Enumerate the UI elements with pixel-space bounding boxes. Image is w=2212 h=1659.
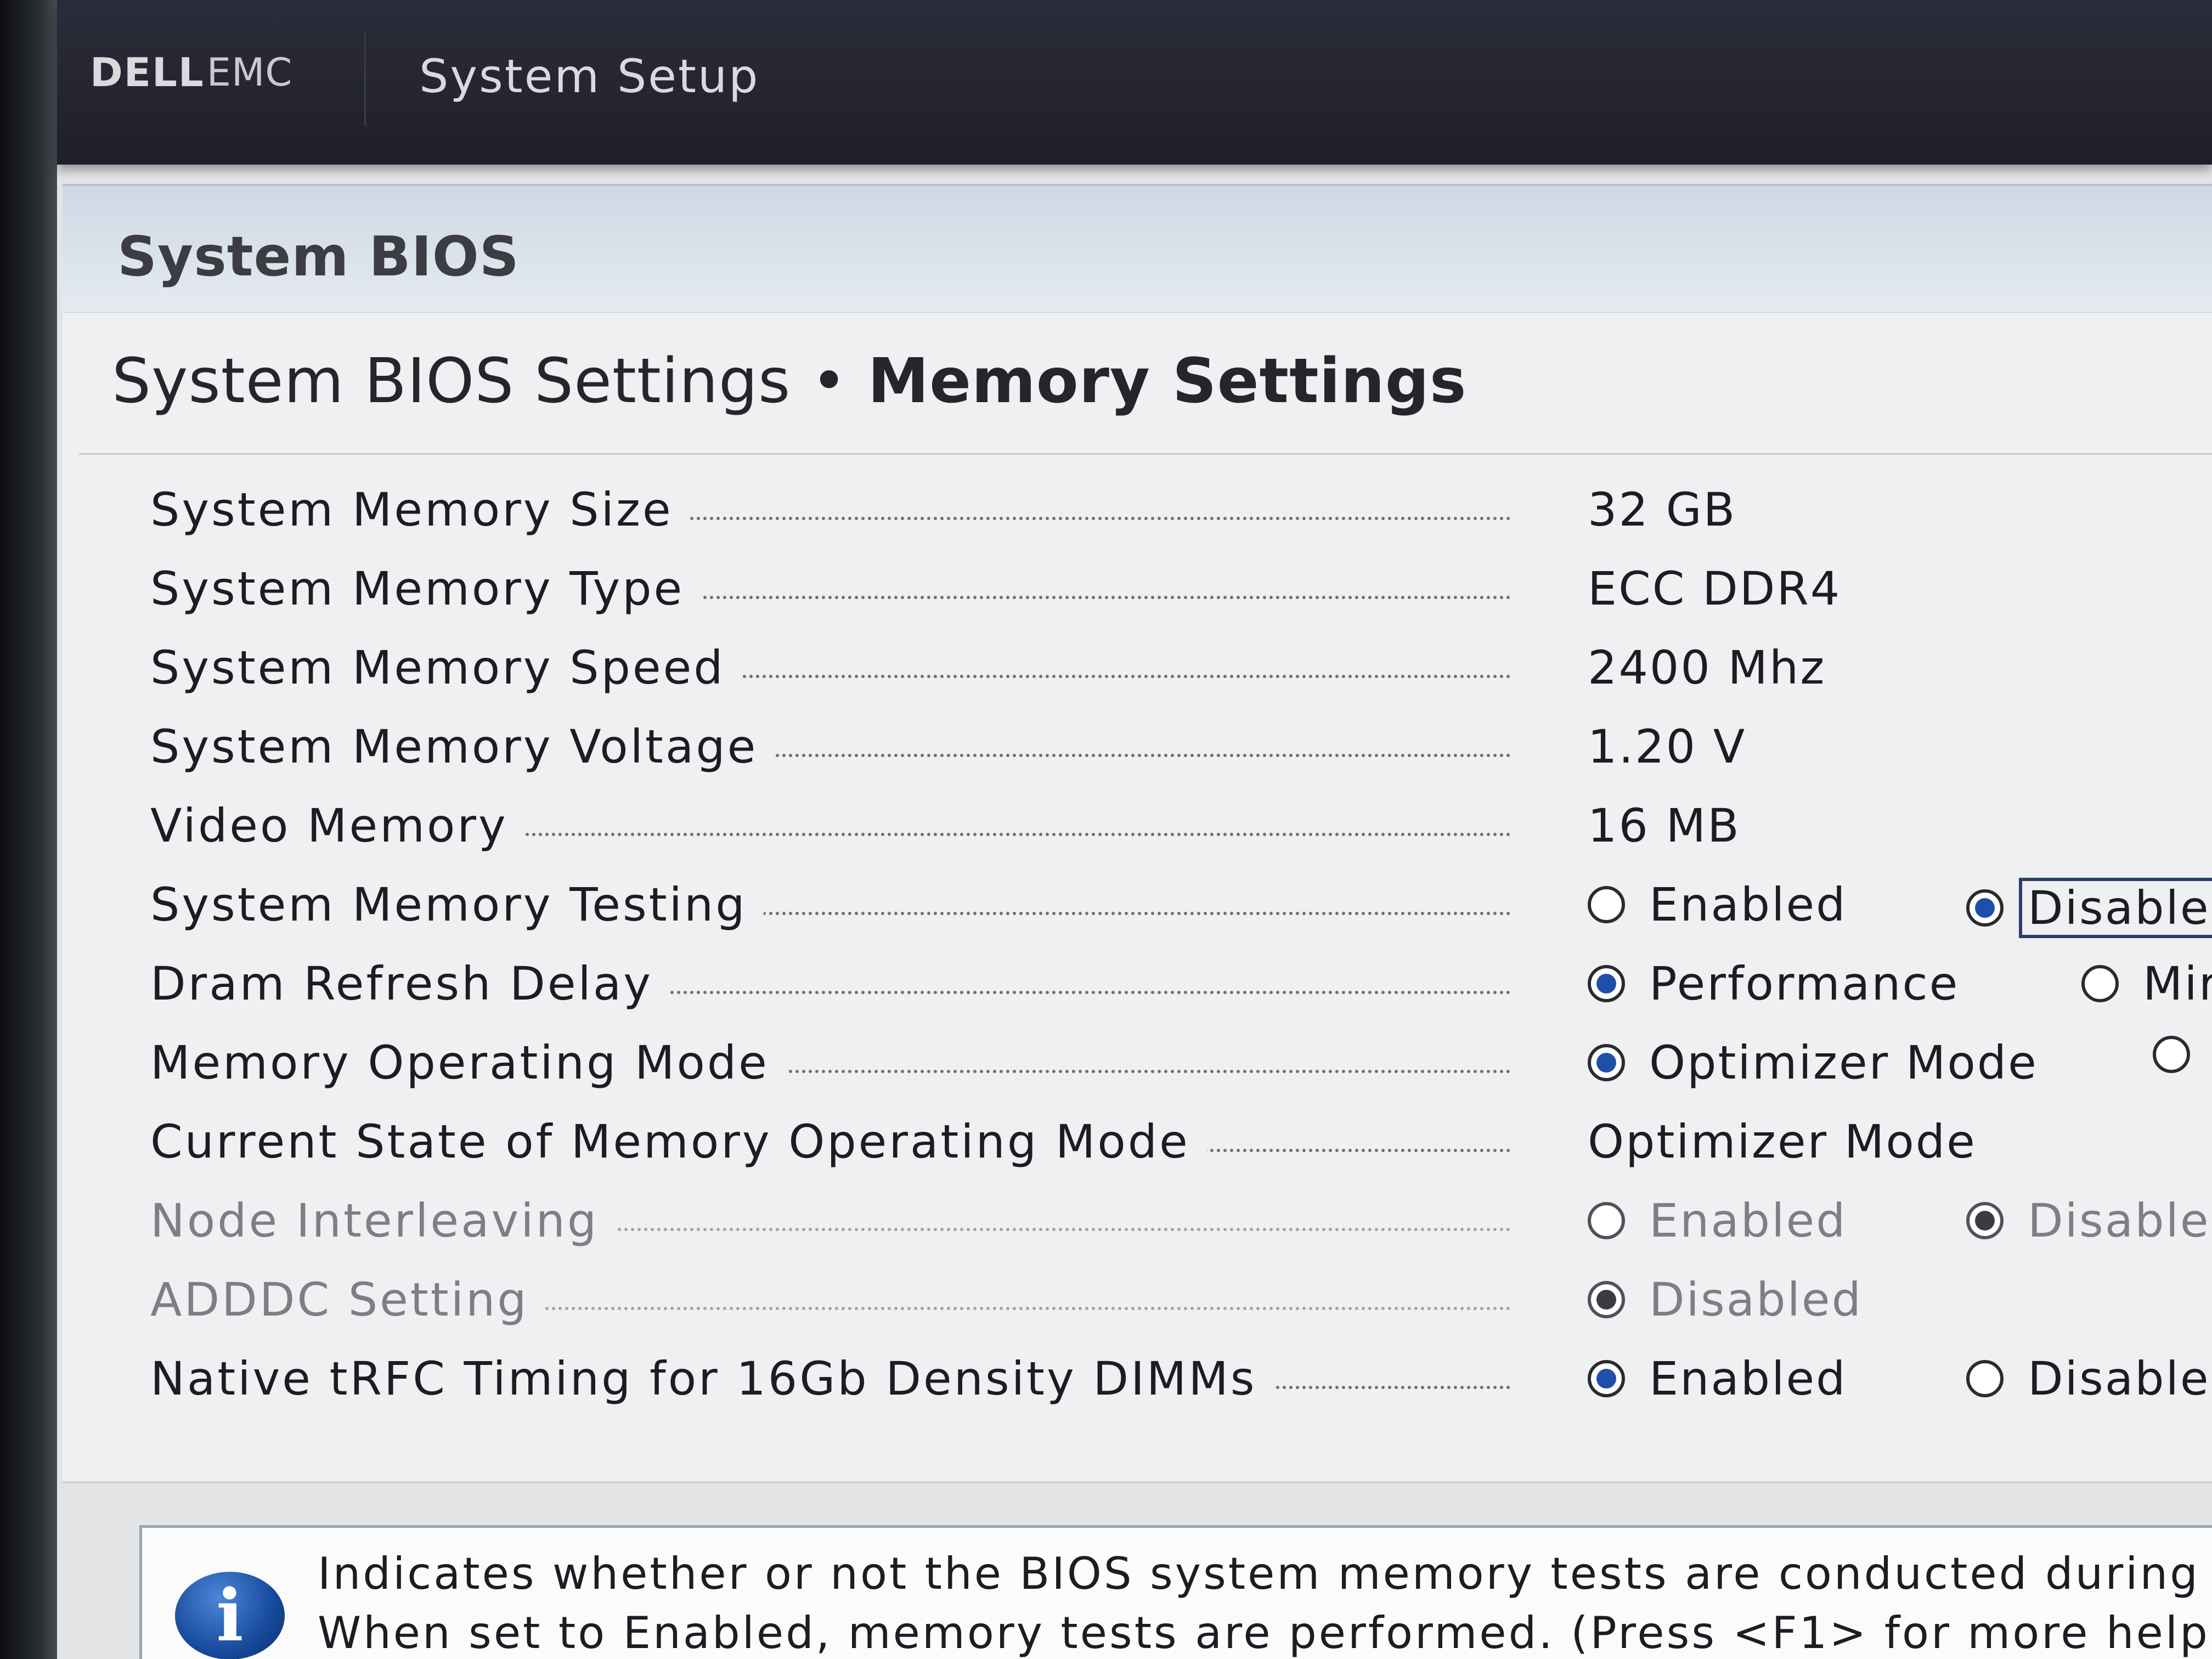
radio-selected-icon (1966, 1202, 2004, 1239)
breadcrumb-separator: • (810, 346, 848, 417)
breadcrumb-current: Memory Settings (867, 346, 1467, 417)
setting-label: System Memory Voltage (150, 720, 775, 774)
help-panel: i Indicates whether or not the BIOS syst… (139, 1525, 2212, 1659)
radio-unselected-icon[interactable] (2153, 1036, 2190, 1073)
setting-row-system-memory-size: System Memory Size 32 GB (150, 477, 2212, 543)
setting-label: Dram Refresh Delay (150, 957, 670, 1011)
option-label: Enabled (1649, 878, 1847, 932)
radio-selected-icon (1588, 1281, 1625, 1318)
page-subtitle: System BIOS Settings • Memory Settings (112, 346, 1467, 417)
setting-value: 16 MB (1588, 799, 1741, 853)
setting-row-system-memory-speed: System Memory Speed 2400 Mhz (150, 635, 2212, 701)
setting-row-dram-refresh-delay: Dram Refresh Delay Performance Mir (150, 951, 2212, 1017)
settings-content: System BIOS Settings • Memory Settings S… (63, 313, 2212, 1483)
setting-row-video-memory: Video Memory 16 MB (150, 793, 2212, 859)
setting-label: Current State of Memory Operating Mode (150, 1115, 1206, 1169)
option-label: Performance (1649, 957, 1960, 1011)
radio-selected-icon[interactable] (1588, 1044, 1625, 1081)
setting-value: Optimizer Mode (1588, 1115, 1977, 1169)
setting-value: 32 GB (1588, 483, 1737, 537)
option-label: Optimizer Mode (1649, 1036, 2038, 1090)
top-bar: DELL EMC System Setup (57, 0, 2212, 165)
setting-label: Native tRFC Timing for 16Gb Density DIMM… (150, 1352, 1273, 1406)
dell-emc-logo: DELL EMC (90, 49, 293, 95)
logo-dell-text: DELL (90, 49, 205, 95)
radio-option-enabled: Enabled (1588, 1194, 1847, 1248)
option-label: Disabled (2028, 1352, 2212, 1406)
setting-label: Node Interleaving (150, 1194, 616, 1248)
option-label: Enabled (1649, 1352, 1847, 1406)
radio-selected-icon[interactable] (1966, 889, 2004, 927)
setting-label: Memory Operating Mode (150, 1036, 786, 1090)
panel-title: System BIOS (117, 224, 520, 289)
monitor-bezel (0, 0, 57, 1659)
radio-unselected-icon[interactable] (1588, 886, 1625, 923)
radio-option-disabled[interactable]: Disabled (1966, 1352, 2212, 1406)
setting-label: System Memory Speed (150, 641, 742, 695)
radio-option-optimizer-mode[interactable]: Optimizer Mode (1588, 1036, 2038, 1090)
setting-row-node-interleaving: Node Interleaving Enabled Disabled (150, 1188, 2212, 1254)
setting-label: System Memory Type (150, 562, 701, 616)
radio-option-disabled: Disabled (1588, 1273, 1863, 1327)
panel-header: System BIOS (63, 184, 2212, 314)
bios-screen: DELL EMC System Setup System BIOS System… (57, 0, 2212, 1659)
help-text-line-2: When set to Enabled, memory tests are pe… (318, 1607, 2212, 1658)
setting-row-adddc-setting: ADDDC Setting Disabled (150, 1267, 2212, 1333)
radio-option-disabled[interactable]: Disabled (1966, 878, 2212, 938)
help-text-line-1: Indicates whether or not the BIOS system… (318, 1548, 2212, 1599)
radio-option-other-mode[interactable] (2153, 1036, 2212, 1073)
setting-row-system-memory-voltage: System Memory Voltage 1.20 V (150, 714, 2212, 780)
radio-selected-icon[interactable] (1588, 965, 1625, 1002)
app-title: System Setup (419, 49, 760, 103)
help-text: Indicates whether or not the BIOS system… (318, 1544, 2212, 1659)
radio-unselected-icon (1588, 1202, 1625, 1239)
setting-label: ADDDC Setting (150, 1273, 545, 1327)
option-label: Disabled (2028, 1194, 2212, 1248)
setting-value: 1.20 V (1588, 720, 1747, 774)
option-label-focused: Disabled (2019, 878, 2212, 938)
setting-label: Video Memory (150, 799, 524, 853)
radio-option-disabled: Disabled (1966, 1194, 2212, 1248)
logo-emc-text: EMC (206, 50, 293, 95)
setting-row-native-trfc-timing: Native tRFC Timing for 16Gb Density DIMM… (150, 1346, 2212, 1412)
setting-row-current-memory-operating-mode: Current State of Memory Operating Mode O… (150, 1109, 2212, 1175)
breadcrumb-parent: System BIOS Settings (112, 346, 791, 417)
radio-option-enabled[interactable]: Enabled (1588, 878, 1847, 932)
radio-option-minimum[interactable]: Mir (2081, 957, 2212, 1011)
radio-selected-icon[interactable] (1588, 1360, 1625, 1397)
setting-row-memory-operating-mode: Memory Operating Mode Optimizer Mode (150, 1030, 2212, 1096)
topbar-divider (364, 33, 366, 126)
radio-option-performance[interactable]: Performance (1588, 957, 1959, 1011)
setting-label: System Memory Testing (150, 878, 764, 932)
radio-unselected-icon[interactable] (2081, 965, 2119, 1002)
setting-row-system-memory-type: System Memory Type ECC DDR4 (150, 556, 2212, 622)
setting-label: System Memory Size (150, 483, 690, 537)
option-label: Mir (2143, 957, 2212, 1011)
radio-unselected-icon[interactable] (1966, 1360, 2004, 1397)
option-label: Disabled (1649, 1273, 1863, 1327)
setting-value: ECC DDR4 (1588, 562, 1842, 616)
info-icon: i (175, 1572, 285, 1659)
setting-value: 2400 Mhz (1588, 641, 1826, 695)
divider (79, 453, 2212, 455)
option-label: Enabled (1649, 1194, 1847, 1248)
setting-row-system-memory-testing: System Memory Testing Enabled Disabled (150, 872, 2212, 938)
radio-option-enabled[interactable]: Enabled (1588, 1352, 1847, 1406)
